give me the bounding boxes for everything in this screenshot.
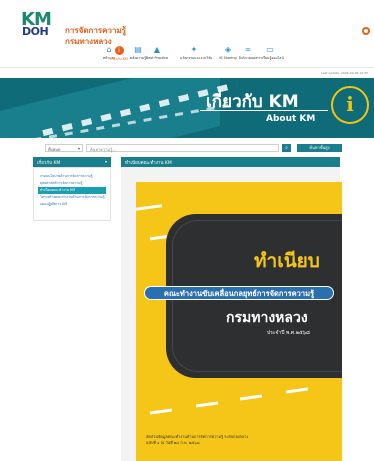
sidebar-title: เกี่ยวกับ KM bbox=[37, 161, 61, 166]
road-dash bbox=[285, 387, 309, 394]
update-bar: Last update: 2026-09-06 14:35 bbox=[0, 69, 374, 78]
cover-subtitle: คณะทำงานขับเคลื่อนกลยุทธ์การจัดการความรู… bbox=[144, 286, 334, 300]
banner-title-en: About KM bbox=[266, 114, 316, 124]
advanced-search-button[interactable]: ค้นหาขั้นสูง bbox=[297, 144, 342, 152]
directory-cover-image[interactable]: ทำเนียบ คณะทำงานขับเคลื่อนกลยุทธ์การจัดก… bbox=[136, 182, 342, 461]
nav-item-label: Best Practice bbox=[145, 56, 169, 60]
lightbulb-icon: ✦ bbox=[190, 45, 198, 54]
main-nav: ⌂ หน้าแรก i เกี่ยวกับ KM ▤ คลังความรู้ ▲… bbox=[0, 44, 374, 68]
laptop-icon: ▭ bbox=[266, 45, 274, 54]
nav-item-label: นวัตกรรมและงานวิจัย bbox=[180, 56, 213, 60]
sidebar-item-directory[interactable]: ทำเนียบคณะทำงาน KM bbox=[38, 187, 106, 194]
road-dash bbox=[239, 394, 263, 401]
category-select-value: ทั้งหมด bbox=[48, 147, 61, 152]
page-banner: เกี่ยวกับ KM About KM i bbox=[0, 78, 374, 138]
main-panel-header: ทำเนียบคณะทำงาน KM bbox=[121, 157, 340, 167]
road-dash bbox=[195, 401, 219, 408]
main-panel-title: ทำเนียบคณะทำงาน KM bbox=[125, 161, 172, 166]
sidebar-item-structure[interactable]: โครงสร้างคณะทำงานด้านการจัดการความรู้ bbox=[38, 194, 106, 201]
road-dash bbox=[136, 204, 163, 211]
chevron-down-icon: ▾ bbox=[104, 159, 107, 164]
cover-org: กรมทางหลวง bbox=[226, 310, 308, 326]
search-icon: ⌕ bbox=[285, 145, 288, 151]
nav-item-elearning[interactable]: ▭ การเรียนรู้ออนไลน์ bbox=[256, 46, 284, 66]
share-icon: ◈ bbox=[224, 45, 232, 54]
search-button[interactable]: ⌕ bbox=[282, 144, 291, 152]
info-icon: i bbox=[331, 86, 369, 124]
last-update-text: Last update: 2026-09-06 14:35 bbox=[321, 71, 368, 75]
nav-item-best-practice[interactable]: ▲ Best Practice bbox=[143, 46, 171, 66]
sidebar-item-action-plan[interactable]: แผนปฏิบัติการ KM bbox=[38, 201, 106, 208]
cover-footer-line2: ฉบับที่ ๑ ณ วันที่ ๒๔ ก.พ. ๒๕๖๘ bbox=[146, 440, 200, 445]
sidebar-menu: กรอบนโยบายด้านการจัดการความรู้ ยุทธศาสตร… bbox=[33, 167, 111, 221]
road-graphic bbox=[0, 78, 220, 138]
book-icon: ▤ bbox=[134, 45, 142, 54]
user-icon[interactable] bbox=[362, 27, 370, 35]
link-icon: ∞ bbox=[244, 45, 252, 54]
thumbs-up-icon: ▲ bbox=[153, 45, 161, 54]
sidebar-header: เกี่ยวกับ KM ▾ bbox=[33, 157, 111, 167]
site-header: KM DOH การจัดการความรู้ กรมทางหลวง bbox=[0, 0, 374, 46]
chevron-down-icon: ▾ bbox=[77, 146, 80, 151]
km-doh-logo[interactable]: KM DOH การจัดการความรู้ กรมทางหลวง bbox=[21, 9, 126, 46]
info-glyph: i bbox=[346, 92, 354, 116]
nav-item-label: การเรียนรู้ออนไลน์ bbox=[256, 56, 284, 60]
cover-title: ทำเนียบ bbox=[254, 250, 320, 272]
info-icon: i bbox=[114, 46, 124, 55]
banner-divider bbox=[200, 110, 328, 111]
road-dash bbox=[149, 408, 173, 415]
logo-doh-text: DOH bbox=[22, 25, 49, 38]
cover-year: ประจำปี พ.ศ.๒๕๖๘ bbox=[267, 330, 310, 336]
sidebar-item-strategy[interactable]: ยุทธศาสตร์การจัดการความรู้ bbox=[38, 180, 106, 187]
sidebar-item-policy[interactable]: กรอบนโยบายด้านการจัดการความรู้ bbox=[38, 173, 106, 180]
category-select[interactable]: ทั้งหมด ▾ bbox=[45, 144, 83, 152]
nav-item-innovation[interactable]: ✦ นวัตกรรมและงานวิจัย bbox=[180, 45, 213, 66]
search-input[interactable]: ค้นหาความรู้... bbox=[86, 144, 279, 152]
